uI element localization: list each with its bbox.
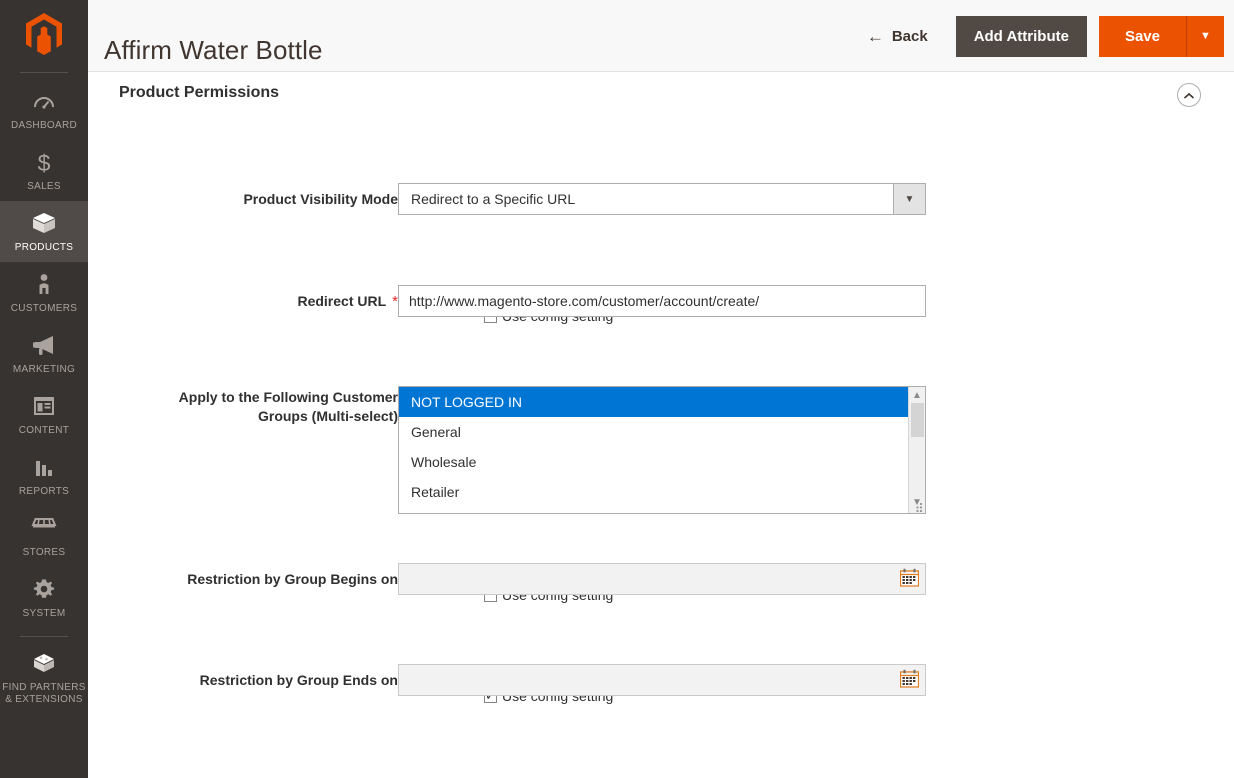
sidebar-item-products[interactable]: PRODUCTS bbox=[0, 201, 88, 262]
save-button[interactable]: Save bbox=[1098, 15, 1186, 57]
magento-logo[interactable] bbox=[0, 0, 88, 72]
page-title: Affirm Water Bottle bbox=[104, 35, 323, 66]
calendar-icon bbox=[899, 669, 920, 691]
scrollbar-thumb[interactable] bbox=[911, 403, 924, 437]
caret-down-icon: ▼ bbox=[1200, 30, 1211, 42]
visibility-mode-control: Redirect to a Specific URL ▼ bbox=[398, 183, 926, 215]
sidebar-item-label: CONTENT bbox=[18, 425, 70, 436]
customer-groups-multiselect[interactable]: NOT LOGGED IN General Wholesale Retailer… bbox=[398, 386, 926, 514]
sidebar-item-sales[interactable]: $ SALES bbox=[0, 140, 88, 201]
begins-on-control bbox=[398, 563, 926, 595]
sidebar-item-label-line2: & EXTENSIONS bbox=[5, 694, 83, 705]
magento-logo-icon bbox=[26, 12, 62, 60]
multiselect-option[interactable]: Wholesale bbox=[399, 447, 925, 477]
customer-groups-label-line1: Apply to the Following Customer bbox=[178, 389, 398, 405]
multiselect-option[interactable]: General bbox=[399, 417, 925, 447]
begins-on-calendar-button[interactable] bbox=[899, 568, 920, 589]
sidebar-item-content[interactable]: CONTENT bbox=[0, 384, 88, 445]
extension-box-icon bbox=[2, 651, 86, 677]
layout-icon bbox=[2, 394, 86, 420]
sidebar-divider-bottom bbox=[20, 636, 68, 637]
section-title: Product Permissions bbox=[119, 84, 280, 101]
caret-down-icon: ▼ bbox=[893, 184, 925, 214]
dollar-icon: $ bbox=[2, 150, 86, 176]
gear-icon bbox=[2, 577, 86, 603]
customer-groups-label: Apply to the Following Customer Groups (… bbox=[118, 388, 398, 426]
redirect-url-control bbox=[398, 285, 926, 317]
sidebar-item-label: PRODUCTS bbox=[14, 242, 74, 253]
chevron-up-circle-icon bbox=[1183, 88, 1195, 103]
save-dropdown-toggle[interactable]: ▼ bbox=[1186, 15, 1224, 57]
admin-page: DASHBOARD $ SALES PRODUCTS CUSTOMERS MAR… bbox=[0, 0, 1234, 778]
main-sidebar: DASHBOARD $ SALES PRODUCTS CUSTOMERS MAR… bbox=[0, 0, 88, 778]
arrow-left-icon: ← bbox=[866, 26, 884, 46]
chevron-up-icon[interactable]: ▲ bbox=[912, 387, 922, 403]
multiselect-option[interactable]: NOT LOGGED IN bbox=[399, 387, 925, 417]
sidebar-item-label: CUSTOMERS bbox=[10, 303, 78, 314]
sidebar-item-find-partners[interactable]: FIND PARTNERS & EXTENSIONS bbox=[0, 641, 88, 714]
collapse-section-button[interactable] bbox=[1177, 83, 1201, 107]
storefront-icon bbox=[2, 516, 86, 542]
sidebar-item-dashboard[interactable]: DASHBOARD bbox=[0, 79, 88, 140]
sidebar-item-label: STORES bbox=[22, 547, 66, 558]
ends-on-control bbox=[398, 664, 926, 696]
visibility-mode-value: Redirect to a Specific URL bbox=[411, 191, 576, 207]
customer-groups-control: NOT LOGGED IN General Wholesale Retailer… bbox=[398, 386, 926, 514]
add-attribute-button[interactable]: Add Attribute bbox=[955, 15, 1087, 57]
multiselect-scrollbar[interactable]: ▲ ▼ bbox=[908, 387, 925, 513]
svg-text:$: $ bbox=[38, 150, 51, 176]
back-button-label: Back bbox=[891, 27, 928, 45]
sidebar-item-system[interactable]: SYSTEM bbox=[0, 567, 88, 628]
section-header: Product Permissions bbox=[88, 72, 1234, 116]
ends-on-input[interactable] bbox=[398, 664, 926, 696]
redirect-url-label: Redirect URL * bbox=[118, 292, 398, 311]
page-header: Affirm Water Bottle ← Back Add Attribute… bbox=[88, 0, 1234, 72]
customer-groups-label-line2: Groups (Multi-select) bbox=[257, 408, 398, 424]
sidebar-item-label: SALES bbox=[27, 181, 61, 192]
product-permissions-section: Product Permissions Product Visibility M… bbox=[88, 72, 1234, 778]
sidebar-divider-top bbox=[20, 72, 68, 73]
sidebar-item-stores[interactable]: STORES bbox=[0, 506, 88, 567]
save-split-button: Save ▼ bbox=[1098, 15, 1224, 57]
megaphone-icon bbox=[2, 333, 86, 359]
bar-chart-icon bbox=[2, 455, 86, 481]
sidebar-item-customers[interactable]: CUSTOMERS bbox=[0, 262, 88, 323]
calendar-icon bbox=[899, 568, 920, 590]
back-button[interactable]: ← Back bbox=[853, 20, 942, 53]
ends-on-label: Restriction by Group Ends on bbox=[199, 672, 398, 688]
sidebar-item-label: MARKETING bbox=[12, 364, 76, 375]
ends-on-calendar-button[interactable] bbox=[899, 669, 920, 690]
multiselect-option[interactable]: Retailer bbox=[399, 477, 925, 507]
redirect-url-input[interactable] bbox=[398, 285, 926, 317]
header-actions: ← Back Add Attribute Save ▼ bbox=[853, 0, 1224, 72]
sidebar-item-label: SYSTEM bbox=[22, 608, 66, 619]
person-icon bbox=[2, 272, 86, 298]
begins-on-input[interactable] bbox=[398, 563, 926, 595]
sidebar-item-label-line1: FIND PARTNERS bbox=[2, 682, 86, 693]
sidebar-item-reports[interactable]: REPORTS bbox=[0, 445, 88, 506]
sidebar-item-marketing[interactable]: MARKETING bbox=[0, 323, 88, 384]
gauge-icon bbox=[2, 89, 86, 115]
visibility-mode-select[interactable]: Redirect to a Specific URL ▼ bbox=[398, 183, 926, 215]
box-icon bbox=[2, 211, 86, 237]
sidebar-item-label: REPORTS bbox=[18, 486, 70, 497]
visibility-mode-label: Product Visibility Mode bbox=[243, 191, 398, 207]
begins-on-label: Restriction by Group Begins on bbox=[187, 571, 398, 587]
resize-grip-icon[interactable] bbox=[915, 503, 924, 512]
redirect-url-label-text: Redirect URL bbox=[297, 293, 387, 309]
sidebar-item-label: DASHBOARD bbox=[10, 120, 78, 131]
